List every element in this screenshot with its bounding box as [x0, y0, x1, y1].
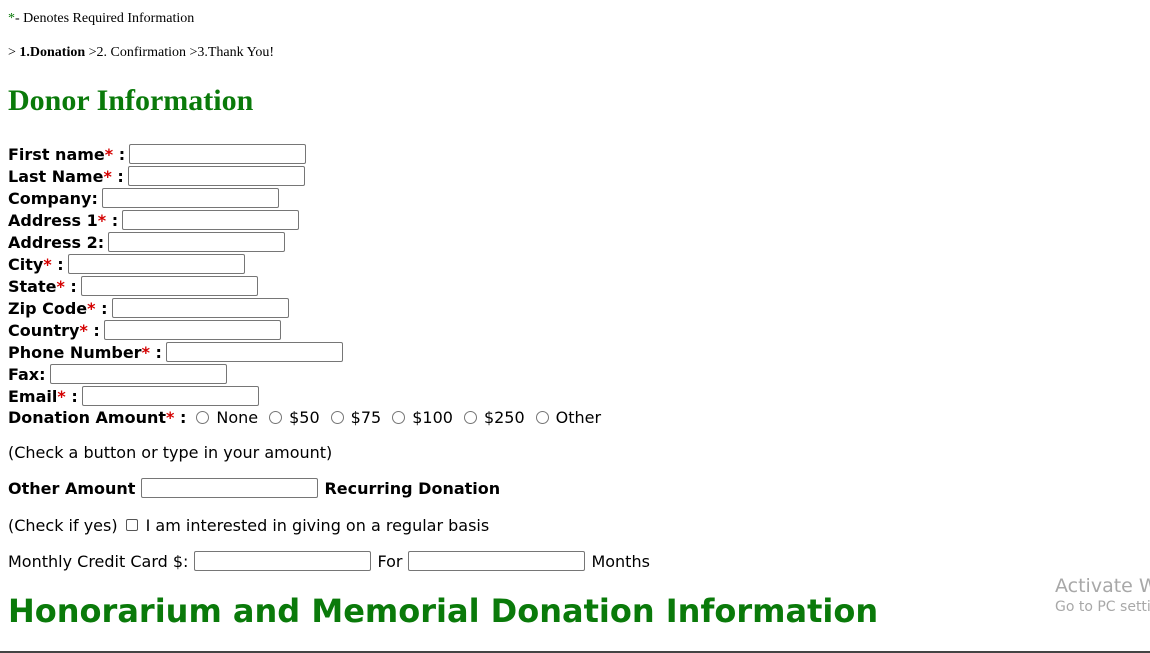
email-row: Email* :: [8, 385, 259, 407]
city-label: City* :: [8, 254, 64, 274]
radio-250[interactable]: [463, 410, 477, 424]
first-name-input[interactable]: [129, 144, 307, 164]
address1-label: Address 1* :: [8, 210, 119, 230]
step-donation: 1.Donation: [19, 45, 86, 60]
donation-amount-label: Donation Amount* :: [8, 407, 187, 427]
donation-option-75[interactable]: $75: [330, 408, 381, 427]
country-input[interactable]: [103, 320, 281, 340]
address2-row: Address 2:: [8, 231, 286, 253]
donation-amount-row: Donation Amount* : None $50 $75 $100 $25…: [8, 406, 601, 428]
donation-hint: (Check a button or type in your amount): [8, 442, 333, 462]
company-input[interactable]: [101, 188, 279, 208]
months-label: Months: [591, 551, 650, 571]
first-name-label: First name* :: [8, 144, 126, 164]
company-label: Company:: [8, 188, 98, 208]
recurring-donation-label: Recurring Donation: [324, 478, 501, 498]
company-row: Company:: [8, 187, 279, 209]
email-input[interactable]: [81, 386, 259, 406]
radio-100[interactable]: [392, 410, 406, 424]
donor-info-heading: Donor Information: [8, 84, 254, 117]
honorarium-heading: Honorarium and Memorial Donation Informa…: [8, 592, 879, 630]
donation-option-none[interactable]: None: [196, 408, 258, 427]
country-row: Country* :: [8, 319, 281, 341]
steps-prefix: >: [8, 45, 16, 60]
fax-label: Fax:: [8, 364, 46, 384]
donation-option-250[interactable]: $250: [463, 408, 525, 427]
address2-label: Address 2:: [8, 232, 105, 252]
progress-steps: > 1.Donation >2. Confirmation >3.Thank Y…: [8, 45, 274, 61]
zip-label: Zip Code* :: [8, 298, 108, 318]
check-if-yes-label: (Check if yes): [8, 515, 118, 535]
legend-star: *: [8, 11, 15, 26]
monthly-amount-input[interactable]: [194, 551, 372, 571]
address1-row: Address 1* :: [8, 209, 300, 231]
donation-option-100[interactable]: $100: [392, 408, 453, 427]
fax-input[interactable]: [49, 364, 227, 384]
first-name-row: First name* :: [8, 143, 307, 165]
step-rest: >2. Confirmation >3.Thank You!: [88, 45, 274, 60]
watermark-line1: Activate Windows: [1055, 575, 1150, 597]
zip-input[interactable]: [111, 298, 289, 318]
state-label: State* :: [8, 276, 77, 296]
donation-radio-group: None $50 $75 $100 $250 Other: [190, 408, 601, 427]
radio-50[interactable]: [269, 410, 283, 424]
donation-option-other[interactable]: Other: [535, 408, 601, 427]
fax-row: Fax:: [8, 363, 227, 385]
last-name-label: Last Name* :: [8, 166, 124, 186]
other-amount-input[interactable]: [141, 478, 319, 498]
phone-row: Phone Number* :: [8, 341, 343, 363]
monthly-label: Monthly Credit Card $:: [8, 551, 189, 571]
recurring-checkbox[interactable]: [125, 519, 138, 531]
for-label: For: [377, 551, 403, 571]
recurring-row: (Check if yes) I am interested in giving…: [8, 514, 489, 536]
legend-text: - Denotes Required Information: [15, 11, 195, 26]
address1-input[interactable]: [122, 210, 300, 230]
activate-windows-watermark: Activate Windows Go to PC settings to ac…: [1055, 575, 1150, 615]
email-label: Email* :: [8, 386, 78, 406]
radio-none[interactable]: [196, 410, 210, 424]
address2-input[interactable]: [108, 232, 286, 252]
radio-other[interactable]: [535, 410, 549, 424]
country-label: Country* :: [8, 320, 100, 340]
radio-75[interactable]: [330, 410, 344, 424]
other-amount-row: Other Amount Recurring Donation: [8, 477, 500, 499]
last-name-row: Last Name* :: [8, 165, 305, 187]
recurring-option-text: I am interested in giving on a regular b…: [145, 515, 490, 535]
city-input[interactable]: [67, 254, 245, 274]
state-input[interactable]: [80, 276, 258, 296]
zip-row: Zip Code* :: [8, 297, 289, 319]
city-row: City* :: [8, 253, 245, 275]
watermark-line2: Go to PC settings to activate Windows.: [1055, 599, 1150, 615]
last-name-input[interactable]: [127, 166, 305, 186]
other-amount-label: Other Amount: [8, 478, 136, 498]
required-legend: *- Denotes Required Information: [8, 11, 194, 27]
phone-label: Phone Number* :: [8, 342, 162, 362]
state-row: State* :: [8, 275, 258, 297]
monthly-row: Monthly Credit Card $: For Months: [8, 550, 650, 572]
phone-input[interactable]: [165, 342, 343, 362]
months-input[interactable]: [408, 551, 586, 571]
donation-option-50[interactable]: $50: [269, 408, 320, 427]
